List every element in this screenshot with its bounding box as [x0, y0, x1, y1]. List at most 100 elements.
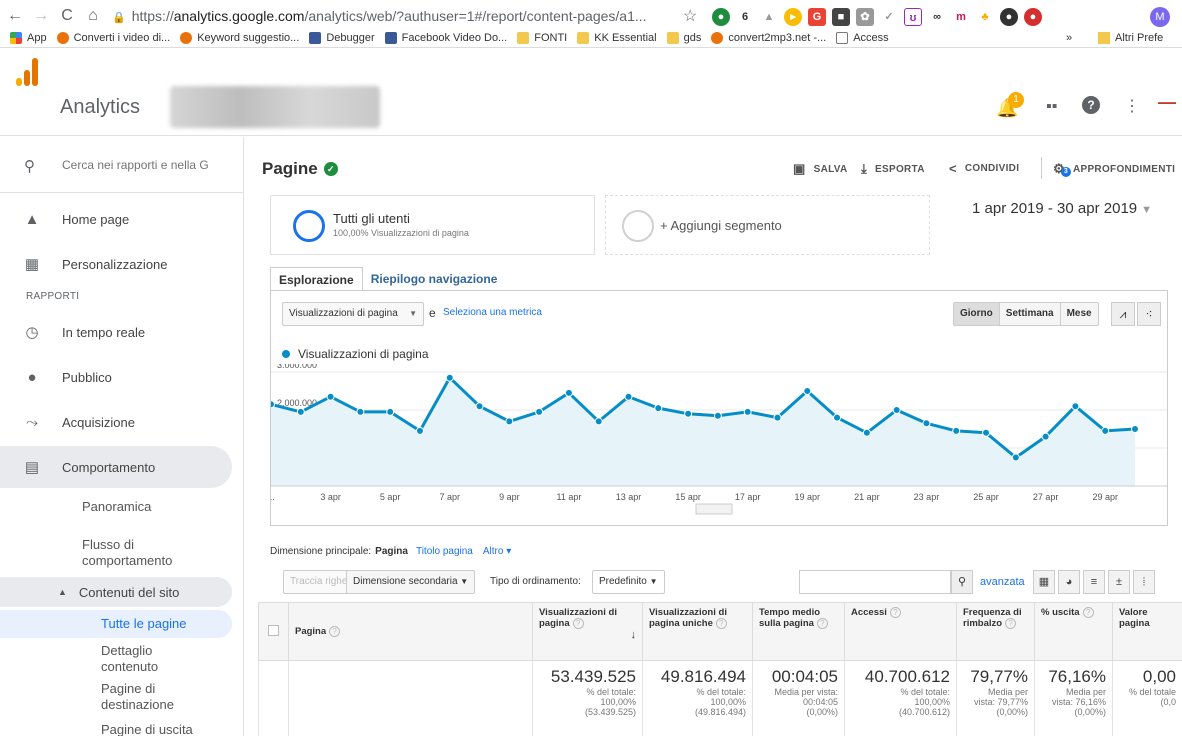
column-header[interactable]: Frequenza di rimbalzo?: [956, 602, 1035, 661]
bookmark-item[interactable]: Converti i video di...: [56, 32, 170, 44]
line-chart-icon[interactable]: ⩘: [1111, 302, 1135, 326]
dimension-page-title-link[interactable]: Titolo pagina: [416, 546, 473, 557]
search-icon[interactable]: ⚲: [951, 570, 973, 594]
sidebar-item-audience[interactable]: ● Pubblico: [0, 356, 232, 398]
save-button[interactable]: ▣ SALVA: [793, 161, 848, 177]
bookmark-item[interactable]: convert2mp3.net -...: [711, 32, 826, 44]
sidebar-item-home[interactable]: ▲ Home page: [0, 198, 232, 240]
date-range-picker[interactable]: 1 apr 2019 - 30 apr 2019 ▼: [972, 200, 1152, 217]
sidebar-item-overview[interactable]: Panoramica: [82, 499, 151, 515]
sidebar-item-customization[interactable]: ▦ Personalizzazione: [0, 243, 232, 285]
dimension-page[interactable]: Pagina: [375, 546, 408, 557]
bookmark-star-icon[interactable]: ☆: [683, 6, 697, 26]
bookmarks-overflow[interactable]: »: [1066, 28, 1072, 48]
motion-chart-icon[interactable]: ⁖: [1137, 302, 1161, 326]
help-icon[interactable]: ?: [572, 618, 584, 629]
select-metric-link[interactable]: Seleziona una metrica: [443, 307, 542, 318]
column-header[interactable]: % uscita?: [1034, 602, 1113, 661]
checkbox[interactable]: [268, 624, 279, 636]
segment-all-users[interactable]: Tutti gli utenti 100,00% Visualizzazioni…: [270, 195, 595, 255]
apps-grid-icon[interactable]: ▪▪: [1046, 98, 1057, 116]
sort-desc-icon[interactable]: ↓: [631, 629, 637, 641]
performance-view-icon[interactable]: ≡: [1083, 570, 1105, 594]
sort-type-select[interactable]: Predefinito ▼: [592, 570, 665, 594]
extension-icon[interactable]: ▲: [760, 8, 778, 26]
extension-icon[interactable]: ʊ: [904, 8, 922, 26]
pie-view-icon[interactable]: ◕: [1058, 570, 1080, 594]
more-vert-icon[interactable]: ⋮: [1124, 96, 1140, 116]
sidebar-item-behavior-flow[interactable]: Flusso di comportamento: [82, 537, 202, 569]
bookmark-item[interactable]: Debugger: [309, 32, 375, 44]
bookmark-item[interactable]: Keyword suggestio...: [180, 32, 299, 44]
extension-icon[interactable]: ■: [832, 8, 850, 26]
help-icon[interactable]: ?: [1082, 607, 1094, 618]
extension-icon[interactable]: G: [808, 8, 826, 26]
help-icon[interactable]: ?: [1005, 618, 1017, 629]
home-browser-icon[interactable]: ⌂: [82, 5, 104, 27]
export-button[interactable]: ⤓ ESPORTA: [861, 161, 925, 177]
help-icon[interactable]: ?: [889, 607, 901, 618]
column-header[interactable]: Pagina?: [288, 602, 533, 661]
period-day[interactable]: Giorno: [954, 303, 999, 325]
extension-icon[interactable]: ✓: [880, 8, 898, 26]
bookmark-item[interactable]: Access: [836, 32, 889, 44]
table-filter-input[interactable]: [799, 570, 951, 594]
extension-icon[interactable]: 6: [736, 8, 754, 26]
bookmark-item[interactable]: gds: [666, 32, 701, 44]
sidebar-item-exit-pages[interactable]: Pagine di uscita: [101, 722, 193, 736]
bookmark-item[interactable]: FONTI: [517, 32, 567, 44]
bookmark-item[interactable]: App: [10, 32, 47, 44]
column-header[interactable]: Visualizzazioni di pagina uniche?: [642, 602, 753, 661]
help-icon[interactable]: ?: [329, 626, 341, 637]
extension-icon[interactable]: ●: [1000, 8, 1018, 26]
extension-icon[interactable]: ▸: [784, 8, 802, 26]
pivot-view-icon[interactable]: ⦙: [1133, 570, 1155, 594]
sidebar-group-site-content[interactable]: ▲ Contenuti del sito: [0, 577, 232, 607]
secondary-dimension-select[interactable]: Dimensione secondaria ▼: [346, 570, 476, 594]
column-header[interactable]: Tempo medio sulla pagina?: [752, 602, 845, 661]
analytics-logo-icon[interactable]: [16, 58, 40, 86]
column-header[interactable]: Accessi?: [844, 602, 957, 661]
bookmark-item[interactable]: KK Essential: [577, 32, 657, 44]
sidebar-item-all-pages[interactable]: Tutte le pagine: [0, 610, 232, 638]
extension-icon[interactable]: m: [952, 8, 970, 26]
column-header[interactable]: Valore pagina: [1112, 602, 1182, 661]
sidebar-item-behavior[interactable]: ▤ Comportamento: [0, 446, 232, 488]
other-bookmarks[interactable]: Altri Prefe: [1098, 28, 1163, 48]
metric-select[interactable]: Visualizzazioni di pagina ▼: [282, 302, 424, 326]
sidebar-item-landing-pages[interactable]: Pagine di destinazione: [101, 681, 211, 713]
search-input[interactable]: [62, 155, 228, 175]
back-arrow-icon[interactable]: ←: [4, 5, 26, 27]
account-selector-blurred[interactable]: [170, 86, 380, 128]
select-all-checkbox[interactable]: [258, 602, 289, 661]
column-header[interactable]: Visualizzazioni di pagina? ↓: [532, 602, 643, 661]
period-month[interactable]: Mese: [1059, 303, 1098, 325]
profile-avatar[interactable]: M: [1150, 7, 1170, 27]
tab-explorer[interactable]: Esplorazione: [270, 267, 363, 291]
extension-icon[interactable]: ●: [1024, 8, 1042, 26]
share-button[interactable]: < CONDIVIDI: [949, 161, 1019, 176]
dimension-more-link[interactable]: Altro ▾: [483, 546, 511, 557]
tab-navigation-summary[interactable]: Riepilogo navigazione: [363, 267, 506, 291]
insights-button[interactable]: ⚙ 3 APPROFONDIMENTI: [1053, 161, 1175, 177]
extension-icon[interactable]: ♣: [976, 8, 994, 26]
sidebar-item-content-drilldown[interactable]: Dettaglio contenuto: [101, 643, 201, 675]
help-icon[interactable]: ?: [715, 618, 727, 629]
plot-rows-button[interactable]: Traccia righe: [283, 570, 355, 594]
reload-icon[interactable]: C: [56, 5, 78, 27]
extension-icon[interactable]: ∞: [928, 8, 946, 26]
address-bar[interactable]: 🔒 https://analytics.google.com/analytics/…: [112, 6, 702, 26]
forward-arrow-icon[interactable]: →: [30, 5, 52, 27]
table-view-icon[interactable]: ▦: [1033, 570, 1055, 594]
extension-icon[interactable]: ✿: [856, 8, 874, 26]
help-icon[interactable]: ?: [1082, 96, 1100, 114]
add-segment-button[interactable]: + Aggiungi segmento: [605, 195, 930, 255]
period-week[interactable]: Settimana: [998, 303, 1060, 325]
sidebar-item-acquisition[interactable]: ⤳ Acquisizione: [0, 401, 232, 443]
extension-icon[interactable]: ●: [712, 8, 730, 26]
help-icon[interactable]: ?: [816, 618, 828, 629]
advanced-filter-link[interactable]: avanzata: [980, 576, 1025, 588]
sidebar-item-realtime[interactable]: ◷ In tempo reale: [0, 311, 232, 353]
comparison-view-icon[interactable]: ±: [1108, 570, 1130, 594]
bookmark-item[interactable]: Facebook Video Do...: [384, 32, 507, 44]
